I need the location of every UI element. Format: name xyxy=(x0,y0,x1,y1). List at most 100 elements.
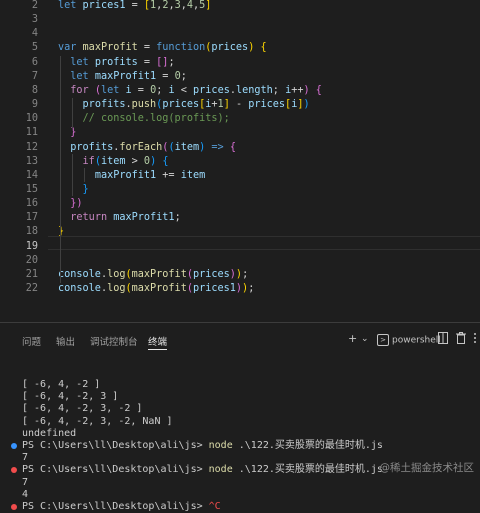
code-text: maxProfit1 += item xyxy=(58,169,205,183)
code-token: = xyxy=(137,42,157,54)
code-token: < xyxy=(174,84,194,96)
terminal-line: [ -6, 4, -2, 3 ] xyxy=(22,391,119,403)
code-text: profits.push(prices[i+1] - prices[i]) xyxy=(58,98,310,112)
code-line[interactable]: 19 xyxy=(0,240,480,254)
code-token: profits xyxy=(70,141,114,153)
terminal-line: undefined xyxy=(22,427,77,439)
line-number: 12 xyxy=(25,141,38,153)
command-status-icon[interactable] xyxy=(11,467,17,474)
code-token: ; xyxy=(168,56,175,68)
code-token: console xyxy=(58,268,101,280)
panel-tab[interactable]: 问题 xyxy=(22,334,41,348)
code-line[interactable]: 8 for (let i = 0; i < prices.length; i++… xyxy=(0,84,480,98)
line-number: 9 xyxy=(31,99,38,111)
code-token: for xyxy=(70,84,95,96)
code-text: console.log(maxProfit(prices)); xyxy=(58,268,248,282)
command-args: .\122.买卖股票的最佳时机.js xyxy=(232,440,383,451)
terminal-line: [ -6, 4, -2, 3, -2, NaN ] xyxy=(22,415,173,427)
line-number: 5 xyxy=(31,42,38,54)
command-name: node xyxy=(208,440,233,451)
code-token: ) xyxy=(303,99,310,111)
code-token: }) xyxy=(70,198,83,210)
line-number: 8 xyxy=(31,84,38,96)
code-line[interactable]: 12 profits.forEach((item) => { xyxy=(0,141,480,155)
code-token: = xyxy=(156,70,175,82)
code-token: ; xyxy=(174,212,181,224)
code-token: [] xyxy=(156,56,169,68)
shell-name: powershell xyxy=(392,335,441,346)
code-token: { xyxy=(229,141,236,153)
line-number: 17 xyxy=(25,212,38,224)
code-text: let prices1 = [1,2,3,4,5] xyxy=(58,0,211,13)
code-text: console.log(maxProfit(prices1)); xyxy=(58,282,254,296)
prompt-path: PS C:\Users\ll\Desktop\ali\js> xyxy=(22,501,209,512)
code-line[interactable]: 11 } xyxy=(0,126,480,140)
code-token: { xyxy=(315,84,322,96)
code-token: => xyxy=(211,141,224,153)
code-line[interactable]: 21 console.log(maxProfit(prices)); xyxy=(0,268,480,282)
code-token: push xyxy=(131,99,157,111)
code-token: item xyxy=(100,155,126,167)
more-actions-icon[interactable] xyxy=(473,332,479,347)
code-token: let xyxy=(70,70,95,82)
line-number: 13 xyxy=(25,155,38,167)
code-token: var xyxy=(58,42,83,54)
new-terminal-icon[interactable]: + xyxy=(348,332,357,345)
code-token: maxProfit1 xyxy=(94,169,157,181)
chevron-down-icon[interactable]: ⌄ xyxy=(361,334,369,344)
code-token: maxProfit1 xyxy=(113,212,175,224)
code-token: ; xyxy=(156,84,169,96)
code-line[interactable]: 16 }) xyxy=(0,197,480,211)
split-terminal-icon[interactable] xyxy=(438,332,448,347)
code-token: prices xyxy=(162,99,200,111)
code-token: > xyxy=(125,155,144,167)
panel-tab[interactable]: 调试控制台 xyxy=(90,334,138,348)
line-number: 15 xyxy=(25,183,38,195)
code-token: } xyxy=(82,183,89,195)
command-status-icon[interactable] xyxy=(11,504,17,510)
terminal-line: 7 xyxy=(22,452,29,464)
code-token: log xyxy=(107,268,126,280)
code-token: prices xyxy=(248,99,286,111)
terminal-line: PS C:\Users\ll\Desktop\ali\js> node .\12… xyxy=(22,464,383,476)
trash-icon[interactable] xyxy=(456,332,466,347)
code-line[interactable]: 4 xyxy=(0,27,480,41)
line-number: 21 xyxy=(25,268,38,280)
terminal-selector[interactable]: > powershell xyxy=(377,334,441,346)
code-token: maxProfit xyxy=(131,268,187,280)
code-token: item xyxy=(180,169,206,181)
code-token: prices xyxy=(211,42,249,54)
code-line[interactable]: 22 console.log(maxProfit(prices1)); xyxy=(0,282,480,296)
code-token: ++ xyxy=(291,84,304,96)
code-token: // console.log(profits); xyxy=(82,113,230,125)
line-number: 4 xyxy=(31,28,38,40)
panel-tab[interactable]: 终端 xyxy=(148,334,168,350)
code-line[interactable]: 2 let prices1 = [1,2,3,4,5] xyxy=(0,0,480,13)
code-line[interactable]: 17 return maxProfit1; xyxy=(0,211,480,225)
code-token: prices xyxy=(193,84,230,96)
line-number: 2 xyxy=(31,0,38,11)
command-name: ^C xyxy=(208,501,221,512)
code-token: maxProfit1 xyxy=(94,70,157,82)
code-text: profits.forEach((item) => { xyxy=(58,141,236,155)
code-token: = xyxy=(125,0,144,11)
code-line[interactable]: 5 var maxProfit = function(prices) { xyxy=(0,41,480,55)
bottom-panel: 问题 输出 调试控制台 终端 + ⌄ > powershell [ -6, 4, -2 … xyxy=(0,322,480,512)
code-line[interactable]: 3 xyxy=(0,13,480,27)
panel-tab[interactable]: 输出 xyxy=(56,334,75,348)
command-status-icon[interactable] xyxy=(11,443,17,449)
code-editor[interactable]: 2 let prices1 = [1,2,3,4,5] 3 4 5 var maxProf… xyxy=(0,0,480,322)
code-token: let xyxy=(58,0,83,11)
code-line[interactable]: 20 xyxy=(0,254,480,268)
code-text: } xyxy=(58,183,89,197)
code-line[interactable]: 6 let profits = []; xyxy=(0,56,480,70)
watermark: @稀土掘金技术社区 xyxy=(379,462,475,474)
code-token: { xyxy=(260,42,267,54)
line-number: 18 xyxy=(25,226,38,238)
terminal-line: 7 xyxy=(22,476,29,488)
code-token: console xyxy=(58,283,101,294)
code-token: let xyxy=(100,84,126,96)
code-line[interactable]: 7 let maxProfit1 = 0; xyxy=(0,70,480,84)
code-line[interactable]: 18} xyxy=(0,225,480,239)
